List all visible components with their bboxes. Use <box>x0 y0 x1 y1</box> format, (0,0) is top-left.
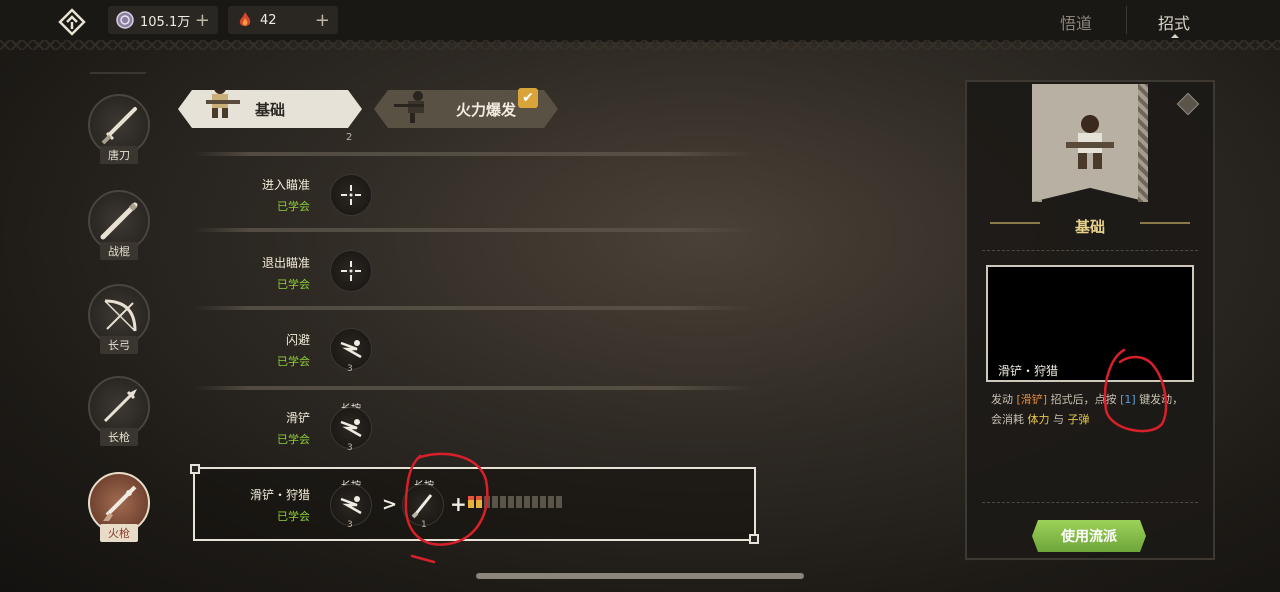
move-name: 闪避 <box>285 333 310 347</box>
silver-amount: 105.1万 <box>140 14 191 30</box>
row-divider <box>194 306 754 310</box>
desc-key: [1] <box>1120 393 1136 406</box>
ammo-bullet <box>468 496 474 508</box>
home-indicator[interactable] <box>476 573 804 579</box>
ammo-bullet <box>556 496 562 508</box>
desc-move-name: [滑铲] <box>1016 393 1048 406</box>
ammo-bullet <box>500 496 506 508</box>
add-crystal-button[interactable]: + <box>315 10 330 31</box>
move-count: 3 <box>347 364 353 374</box>
flame-crystal-icon <box>239 12 251 26</box>
checkmark-icon: ✔ <box>518 88 538 108</box>
title-ornament <box>1140 222 1190 230</box>
divider <box>982 502 1198 503</box>
weapon-label: 长枪 <box>100 428 138 446</box>
move-count: 1 <box>421 520 427 530</box>
weapon-item-staff[interactable]: 战棍 <box>86 190 152 270</box>
desc-stamina: 体力 <box>1027 413 1050 426</box>
move-name: 进入瞄准 <box>261 178 310 192</box>
weapon-label: 长弓 <box>100 336 138 354</box>
desc-text: 发动 <box>991 393 1013 406</box>
row-divider <box>194 152 754 156</box>
video-caption: 滑铲・狩猎 <box>998 364 1059 378</box>
spear-icon <box>103 389 137 423</box>
top-bar-ornament <box>0 40 1280 50</box>
weapon-label: 唐刀 <box>100 146 138 164</box>
weapon-label: 火枪 <box>100 524 138 542</box>
silver-coin-icon <box>116 11 134 29</box>
weapon-item-katana[interactable]: 唐刀 <box>86 94 152 174</box>
desc-ammo: 子弹 <box>1067 413 1090 426</box>
desc-text: 招式后，点按 <box>1050 393 1117 406</box>
then-arrow-icon: > <box>382 494 398 515</box>
title-ornament <box>990 222 1040 230</box>
ammo-bullet <box>476 496 482 508</box>
tab-divider <box>1126 6 1127 34</box>
top-bar: 105.1万 + 42 + 悟道 招式 <box>0 0 1280 42</box>
ammo-bullet <box>548 496 554 508</box>
tab-moves[interactable]: 招式 <box>1158 10 1190 34</box>
ammo-bullet <box>540 496 546 508</box>
use-style-button[interactable]: 使用流派 <box>1032 520 1146 552</box>
tier-number: 2 <box>346 132 353 143</box>
musket-icon <box>103 485 137 521</box>
weapon-list-divider <box>90 72 146 74</box>
move-count: 3 <box>347 443 353 453</box>
move-name: 滑铲・狩猎 <box>249 488 310 502</box>
row-divider <box>194 228 754 232</box>
gunner-portrait-icon <box>1066 115 1114 169</box>
crosshair-icon[interactable] <box>330 174 372 216</box>
move-count: 3 <box>347 520 353 530</box>
crystal-amount: 42 <box>260 12 277 28</box>
ammo-bullet <box>484 496 490 508</box>
staff-icon <box>100 202 138 240</box>
detail-title: 基础 <box>1074 218 1105 236</box>
crosshair-icon[interactable] <box>330 250 372 292</box>
ammo-bullet <box>508 496 514 508</box>
weapon-item-musket[interactable]: 火枪 <box>86 472 152 552</box>
style-banner <box>1032 84 1148 202</box>
crystal-resource: 42 + <box>228 6 338 34</box>
banner-trim <box>1138 84 1148 202</box>
ammo-bullet <box>532 496 538 508</box>
style-tab-basic[interactable]: 基础 <box>178 90 362 128</box>
katana-icon <box>101 107 137 145</box>
ammo-bullet <box>492 496 498 508</box>
style-tab-label: 火力爆发 <box>455 100 516 119</box>
style-tab-label: 基础 <box>254 100 285 119</box>
move-status: 已学会 <box>277 433 310 446</box>
divider <box>982 250 1198 251</box>
desc-text: 与 <box>1053 413 1064 426</box>
move-status: 已学会 <box>277 510 310 523</box>
weapon-item-spear[interactable]: 长枪 <box>86 376 152 456</box>
move-status: 已学会 <box>277 278 310 291</box>
move-description: 发动 [滑铲] 招式后，点按 [1] 键发动，会消耗 体力 与 子弹 <box>991 390 1191 430</box>
gunner-portrait-icon <box>200 78 244 122</box>
move-name: 退出瞄准 <box>261 256 310 270</box>
plus-icon: + <box>450 492 467 516</box>
silver-resource: 105.1万 + <box>108 6 218 34</box>
move-name: 滑铲 <box>285 411 310 425</box>
move-status: 已学会 <box>277 200 310 213</box>
longbow-icon <box>104 299 137 332</box>
active-tab-caret-icon <box>1171 34 1179 38</box>
weapon-item-longbow[interactable]: 长弓 <box>86 284 152 364</box>
row-divider <box>194 386 754 390</box>
ammo-gauge <box>468 496 562 508</box>
game-logo-icon[interactable] <box>58 8 86 36</box>
ammo-bullet <box>516 496 522 508</box>
add-silver-button[interactable]: + <box>195 10 210 31</box>
weapon-label: 战棍 <box>100 242 138 260</box>
ammo-bullet <box>524 496 530 508</box>
move-status: 已学会 <box>277 355 310 368</box>
gunner-firing-icon <box>394 86 438 130</box>
tab-enlightenment[interactable]: 悟道 <box>1060 10 1092 34</box>
